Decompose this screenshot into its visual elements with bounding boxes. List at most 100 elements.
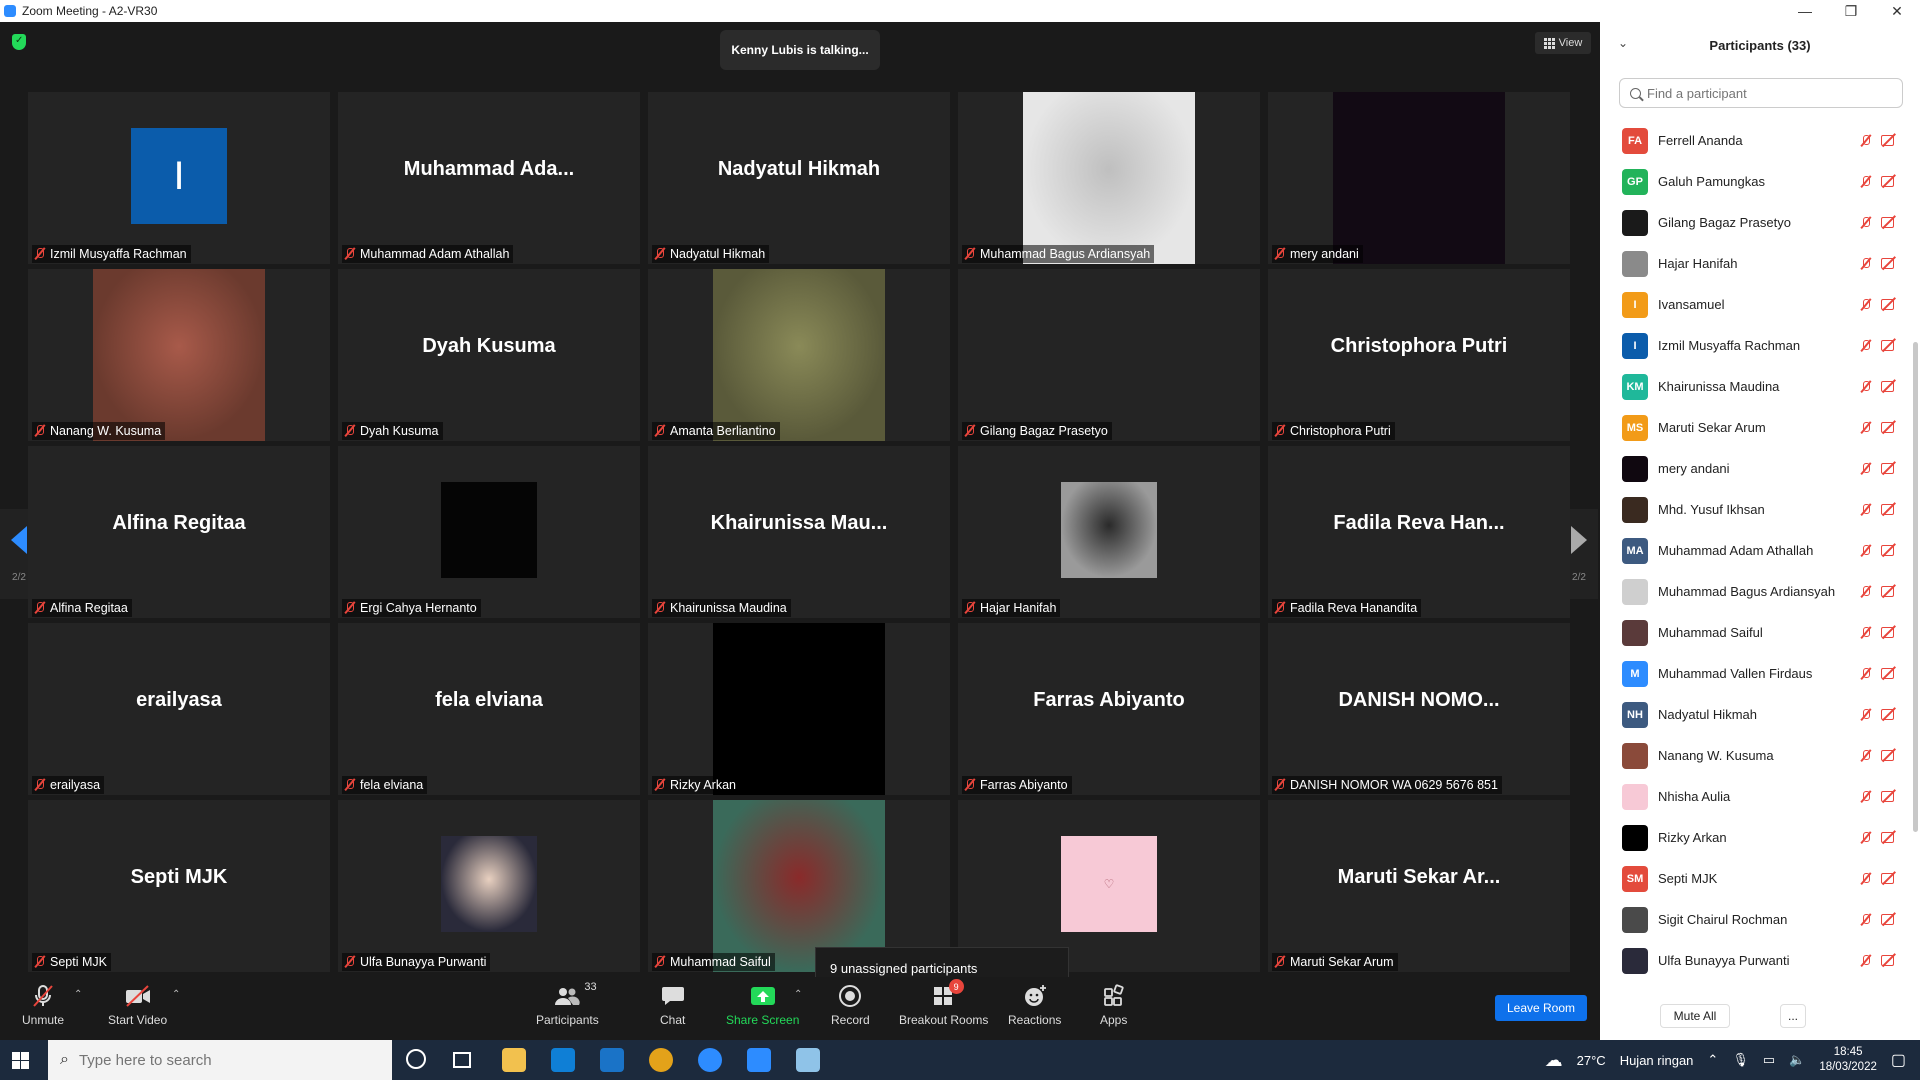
- participant-row[interactable]: GP Galuh Pamungkas: [1600, 161, 1910, 202]
- network-icon[interactable]: ▭: [1763, 1052, 1775, 1068]
- participant-row[interactable]: Nanang W. Kusuma: [1600, 735, 1910, 776]
- reactions-button[interactable]: Reactions: [1008, 983, 1061, 1027]
- participant-row[interactable]: I Ivansamuel: [1600, 284, 1910, 325]
- weather-cloud-icon[interactable]: ☁: [1545, 1050, 1563, 1071]
- participant-status-icons: [1860, 831, 1898, 845]
- participant-row[interactable]: Gilang Bagaz Prasetyo: [1600, 202, 1910, 243]
- video-tile[interactable]: mery andani: [1268, 92, 1570, 264]
- weather-condition[interactable]: Hujan ringan: [1620, 1053, 1694, 1068]
- participant-row[interactable]: MA Muhammad Adam Athallah: [1600, 530, 1910, 571]
- participant-row[interactable]: M Muhammad Vallen Firdaus: [1600, 653, 1910, 694]
- video-tile[interactable]: Amanta Berliantino: [648, 269, 950, 441]
- video-options-caret-icon[interactable]: ⌃: [172, 989, 180, 1000]
- video-tile[interactable]: Alfina Regitaa Alfina Regitaa: [28, 446, 330, 618]
- unmute-button[interactable]: Unmute: [22, 983, 64, 1027]
- participant-row[interactable]: KM Khairunissa Maudina: [1600, 366, 1910, 407]
- record-button[interactable]: Record: [831, 983, 870, 1027]
- microsoft-store-icon[interactable]: [551, 1048, 575, 1072]
- video-tile[interactable]: fela elviana fela elviana: [338, 623, 640, 795]
- participant-row[interactable]: Sigit Chairul Rochman: [1600, 899, 1910, 940]
- participant-search-box[interactable]: [1619, 78, 1903, 108]
- participant-row[interactable]: Mhd. Yusuf Ikhsan: [1600, 489, 1910, 530]
- notifications-icon[interactable]: ▢: [1891, 1050, 1906, 1070]
- participant-row[interactable]: MS Maruti Sekar Arum: [1600, 407, 1910, 448]
- meeting-toolbar: Unmute ⌃ Start Video ⌃ 33 Participants C…: [0, 977, 1600, 1040]
- chat-button[interactable]: Chat: [660, 983, 685, 1027]
- participant-row[interactable]: Hajar Hanifah: [1600, 243, 1910, 284]
- video-tile[interactable]: Fadila Reva Han... Fadila Reva Hanandita: [1268, 446, 1570, 618]
- video-tile[interactable]: Christophora Putri Christophora Putri: [1268, 269, 1570, 441]
- participant-row[interactable]: Rizky Arkan: [1600, 817, 1910, 858]
- video-tile[interactable]: Dyah Kusuma Dyah Kusuma: [338, 269, 640, 441]
- leave-room-button[interactable]: Leave Room: [1495, 995, 1587, 1021]
- muted-mic-icon: [344, 247, 356, 261]
- encryption-shield-icon[interactable]: [12, 34, 26, 50]
- participant-search-input[interactable]: [1647, 85, 1887, 101]
- participant-name: Muhammad Vallen Firdaus: [1658, 666, 1813, 681]
- breakout-rooms-button[interactable]: 9 Breakout Rooms: [899, 979, 988, 1027]
- muted-mic-icon: [1860, 462, 1872, 476]
- participant-status-icons: [1860, 216, 1898, 230]
- taskbar-search-input[interactable]: [78, 1051, 379, 1069]
- video-tile[interactable]: Ulfa Bunayya Purwanti: [338, 800, 640, 972]
- zoom-taskbar-icon[interactable]: [747, 1048, 771, 1072]
- notepad-icon[interactable]: [796, 1048, 820, 1072]
- participant-list-scrollbar[interactable]: [1913, 342, 1918, 832]
- video-tile[interactable]: Muhammad Ada... Muhammad Adam Athallah: [338, 92, 640, 264]
- maximize-button[interactable]: ❐: [1828, 0, 1874, 22]
- participant-row[interactable]: Nhisha Aulia: [1600, 776, 1910, 817]
- video-tile[interactable]: DANISH NOMO... DANISH NOMOR WA 0629 5676 …: [1268, 623, 1570, 795]
- tile-name-label: Nadyatul Hikmah: [652, 245, 770, 263]
- share-options-caret-icon[interactable]: ⌃: [794, 989, 802, 1000]
- video-tile[interactable]: Maruti Sekar Ar... Maruti Sekar Arum: [1268, 800, 1570, 972]
- video-tile[interactable]: Hajar Hanifah: [958, 446, 1260, 618]
- participant-row[interactable]: Muhammad Saiful: [1600, 612, 1910, 653]
- muted-mic-icon: [964, 424, 976, 438]
- video-tile[interactable]: Ergi Cahya Hernanto: [338, 446, 640, 618]
- participant-row[interactable]: Muhammad Bagus Ardiansyah: [1600, 571, 1910, 612]
- volume-icon[interactable]: 🔈: [1789, 1052, 1805, 1068]
- windows-start-icon[interactable]: [12, 1052, 29, 1069]
- audio-options-caret-icon[interactable]: ⌃: [74, 989, 82, 1000]
- participant-name: Septi MJK: [1658, 871, 1718, 886]
- video-tile[interactable]: I Izmil Musyaffa Rachman: [28, 92, 330, 264]
- taskbar-search-box[interactable]: ⌕: [48, 1040, 392, 1080]
- video-tile[interactable]: Muhammad Bagus Ardiansyah: [958, 92, 1260, 264]
- cortana-icon[interactable]: [406, 1049, 426, 1069]
- participant-row[interactable]: NH Nadyatul Hikmah: [1600, 694, 1910, 735]
- video-tile[interactable]: Farras Abiyanto Farras Abiyanto: [958, 623, 1260, 795]
- video-tile[interactable]: Nadyatul Hikmah Nadyatul Hikmah: [648, 92, 950, 264]
- video-tile[interactable]: Septi MJK Septi MJK: [28, 800, 330, 972]
- participants-button[interactable]: 33 Participants: [536, 981, 599, 1027]
- video-tile[interactable]: Khairunissa Mau... Khairunissa Maudina: [648, 446, 950, 618]
- show-hidden-icons-chevron-icon[interactable]: ⌃: [1707, 1052, 1718, 1068]
- chrome-icon[interactable]: [649, 1048, 673, 1072]
- participant-name: Muhammad Saiful: [670, 955, 771, 969]
- participant-name: Nadyatul Hikmah: [1658, 707, 1757, 722]
- weather-temperature[interactable]: 27°C: [1577, 1053, 1606, 1068]
- video-tile[interactable]: Rizky Arkan: [648, 623, 950, 795]
- file-explorer-icon[interactable]: [502, 1048, 526, 1072]
- participant-row[interactable]: SM Septi MJK: [1600, 858, 1910, 899]
- close-button[interactable]: ✕: [1874, 0, 1920, 22]
- video-tile[interactable]: Nanang W. Kusuma: [28, 269, 330, 441]
- task-view-icon[interactable]: [453, 1052, 471, 1068]
- minimize-button[interactable]: —: [1782, 0, 1828, 22]
- video-tile[interactable]: erailyasa erailyasa: [28, 623, 330, 795]
- microphone-icon[interactable]: 🎙: [1732, 1052, 1749, 1068]
- participant-row[interactable]: mery andani: [1600, 448, 1910, 489]
- video-tile[interactable]: Gilang Bagaz Prasetyo: [958, 269, 1260, 441]
- apps-button[interactable]: Apps: [1100, 983, 1127, 1027]
- participant-row[interactable]: FA Ferrell Ananda: [1600, 120, 1910, 161]
- start-video-button[interactable]: Start Video: [108, 983, 167, 1027]
- mail-icon[interactable]: [600, 1048, 624, 1072]
- participant-row[interactable]: Ulfa Bunayya Purwanti: [1600, 940, 1910, 981]
- participant-name: Muhammad Adam Athallah: [360, 247, 510, 261]
- more-options-button[interactable]: ...: [1780, 1004, 1806, 1028]
- mute-all-button[interactable]: Mute All: [1660, 1004, 1730, 1028]
- teamviewer-icon[interactable]: [698, 1048, 722, 1072]
- system-clock[interactable]: 18:45 18/03/2022: [1819, 1045, 1877, 1075]
- participant-row[interactable]: I Izmil Musyaffa Rachman: [1600, 325, 1910, 366]
- view-button[interactable]: View: [1535, 32, 1591, 54]
- share-screen-button[interactable]: Share Screen: [726, 983, 799, 1027]
